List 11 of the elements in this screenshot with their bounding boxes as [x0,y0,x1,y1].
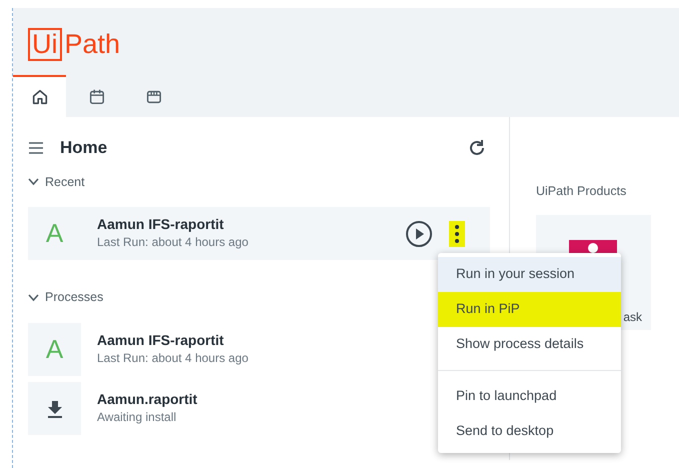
process-name: Aamun.raportit [97,391,198,408]
process-name: Aamun IFS-raportit [97,332,225,349]
page-title: Home [60,137,108,159]
process-status: Awaiting install [97,408,178,426]
process-status: Last Run: about 4 hours ago [97,350,248,367]
process-avatar: A [28,323,81,376]
section-title: UiPath Products [536,183,626,200]
logo: Ui Path [28,28,120,61]
process-name: Aamun IFS-raportit [97,216,225,234]
product-name: ask [623,309,642,326]
process-status: Last Run: about 4 hours ago [97,234,248,252]
